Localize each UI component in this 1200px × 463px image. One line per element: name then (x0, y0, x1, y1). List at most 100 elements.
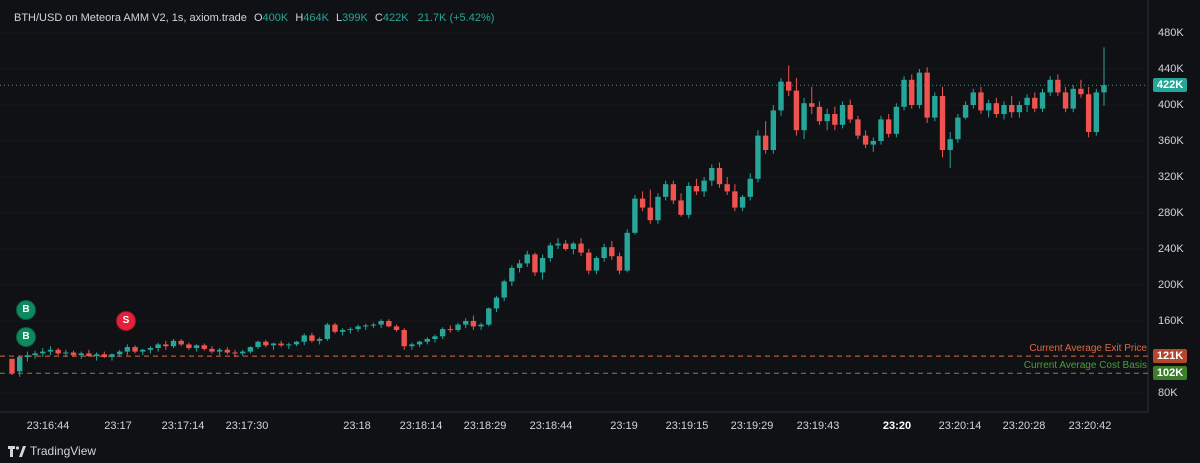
candle (447, 325, 454, 333)
close-value: 422K (382, 12, 409, 24)
change-value: 21.7K (+5.42%) (417, 12, 495, 24)
candle (939, 87, 946, 158)
candle (916, 69, 923, 109)
candle (347, 327, 354, 334)
candle (647, 189, 653, 224)
candle-body (724, 184, 730, 192)
candle-body (855, 119, 861, 136)
candle (339, 328, 346, 336)
candle-body (809, 103, 815, 107)
candle-body (678, 200, 684, 215)
candle-body (32, 353, 38, 356)
candle-body (163, 344, 169, 347)
buy-marker[interactable]: B (17, 328, 35, 346)
candle (839, 101, 846, 129)
candle (286, 342, 292, 349)
buy-marker[interactable]: B (17, 301, 35, 319)
candle-body (662, 184, 669, 197)
candle (832, 106, 838, 131)
time-tick: 23:19:15 (665, 420, 709, 432)
candle (186, 342, 192, 350)
candle-body (309, 335, 315, 341)
candle (401, 328, 407, 350)
candle-body (424, 339, 430, 342)
candle-body (86, 353, 92, 357)
low-value: 399K (342, 12, 368, 24)
price-tick: 320K (1158, 171, 1184, 183)
candle-body (124, 347, 131, 352)
candle (893, 103, 900, 138)
price-tick: 400K (1158, 99, 1184, 111)
candle (739, 195, 746, 212)
candle-body (55, 349, 61, 354)
candle (778, 78, 784, 116)
candle-body (116, 351, 123, 355)
candle-body (455, 324, 461, 330)
candle-body (478, 324, 484, 327)
candle-body (432, 336, 438, 339)
candle-body (201, 345, 207, 349)
candle (1085, 87, 1092, 138)
candle-body (286, 344, 292, 346)
candle (486, 307, 492, 327)
candle (701, 177, 707, 197)
open-label: O (253, 12, 263, 24)
candle (501, 279, 507, 302)
candlestick-series[interactable] (9, 47, 1107, 377)
candle-body (878, 119, 884, 141)
candle (724, 177, 730, 195)
candle (1078, 79, 1084, 98)
candle-body (839, 105, 846, 125)
candle (547, 242, 554, 262)
candle-body (370, 324, 377, 326)
high-value: 464K (303, 12, 329, 24)
candle (924, 67, 930, 123)
candle-body (255, 341, 261, 348)
candle (255, 340, 261, 349)
tradingview-branding[interactable]: TradingView (8, 444, 96, 458)
candle (586, 249, 592, 275)
tradingview-logo-icon (8, 445, 26, 457)
candle-body (624, 232, 630, 271)
candle (86, 349, 92, 357)
sell-marker[interactable]: S (117, 312, 135, 330)
candle (270, 342, 277, 350)
exit-price-tag: 121K (1153, 349, 1187, 364)
chart-gridlines (0, 32, 1148, 394)
candle-body (532, 254, 538, 273)
candle (393, 324, 400, 332)
candle (801, 97, 807, 140)
candle-body (955, 117, 961, 140)
candle (24, 351, 31, 362)
time-tick: 23:17:30 (225, 420, 269, 432)
candle (985, 99, 992, 118)
candle-body (47, 349, 54, 352)
candle (755, 130, 761, 183)
candle-body (355, 326, 361, 330)
candle (970, 88, 976, 109)
candle (263, 339, 269, 348)
candle (101, 351, 107, 358)
candle-body (63, 352, 69, 354)
price-chart[interactable] (0, 0, 1200, 463)
time-tick: 23:18:44 (529, 420, 573, 432)
candle (1039, 88, 1046, 113)
candle-body (393, 326, 400, 330)
candle (1016, 101, 1023, 118)
candle (178, 339, 184, 347)
candle (962, 101, 969, 120)
price-tick: 160K (1158, 315, 1184, 327)
candle (55, 348, 61, 356)
candle (1001, 101, 1007, 120)
time-tick: 23:16:44 (26, 420, 70, 432)
candle (793, 78, 800, 136)
time-tick: 23:20:42 (1068, 420, 1112, 432)
candle-body (716, 168, 723, 185)
candle (870, 137, 876, 152)
candle-body (962, 105, 969, 118)
candle (1009, 96, 1015, 118)
candle (409, 342, 415, 350)
candle (432, 334, 438, 343)
candle (1047, 76, 1053, 96)
candle (355, 324, 361, 332)
